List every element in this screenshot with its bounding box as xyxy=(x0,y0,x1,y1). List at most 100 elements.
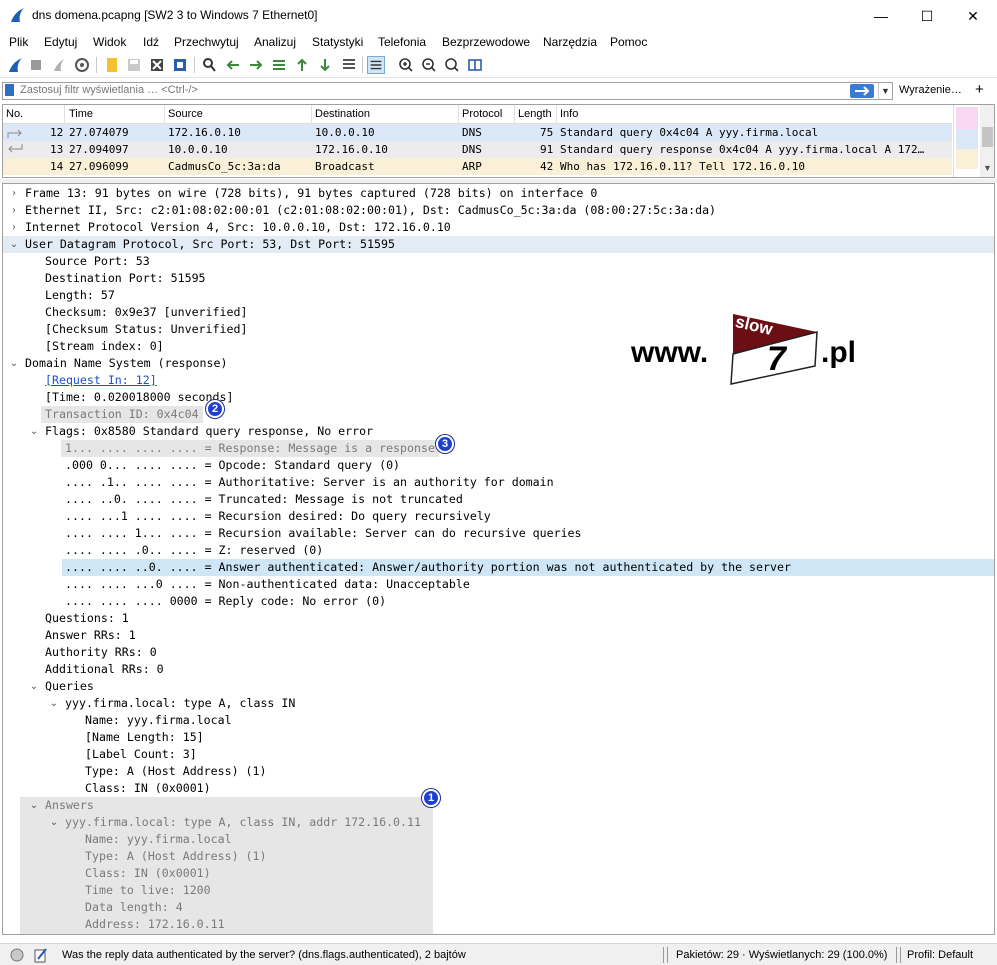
tree-item[interactable]: .... ...1 .... .... = Recursion desired:… xyxy=(3,508,994,525)
tree-item[interactable]: Length: 57 xyxy=(3,287,994,304)
tree-item[interactable]: ⌄ Answers xyxy=(3,797,994,814)
tree-item[interactable]: Class: IN (0x0001) xyxy=(3,865,994,882)
go-back-icon[interactable] xyxy=(224,56,242,74)
tree-item[interactable]: ⌄ User Datagram Protocol, Src Port: 53, D… xyxy=(3,236,994,253)
chevron-right-icon[interactable]: › xyxy=(8,202,20,219)
tree-item[interactable]: Questions: 1 xyxy=(3,610,994,627)
stop-capture-icon[interactable] xyxy=(27,56,45,74)
tree-item[interactable]: › Internet Protocol Version 4, Src: 10.0.… xyxy=(3,219,994,236)
menu-statystyki[interactable]: Statystyki xyxy=(312,35,363,49)
tree-item[interactable]: Destination Port: 51595 xyxy=(3,270,994,287)
column-protocol[interactable]: Protocol xyxy=(462,108,502,120)
tree-item[interactable]: ⌄ Flags: 0x8580 Standard query response, … xyxy=(3,423,994,440)
chevron-down-icon[interactable]: ⌄ xyxy=(8,236,20,253)
tree-item[interactable]: .... .1.. .... .... = Authoritative: Ser… xyxy=(3,474,994,491)
filter-history-chevron-icon[interactable]: ▼ xyxy=(878,83,892,99)
tree-item[interactable]: ⌄ yyy.firma.local: type A, class IN xyxy=(3,695,994,712)
menu-pomoc[interactable]: Pomoc xyxy=(610,35,647,49)
menu-przechwytuj[interactable]: Przechwytuj xyxy=(174,35,239,49)
open-file-icon[interactable] xyxy=(103,56,121,74)
filter-bookmark-icon[interactable] xyxy=(5,84,14,96)
packet-minimap[interactable] xyxy=(953,105,980,177)
chevron-down-icon[interactable]: ⌄ xyxy=(48,695,60,712)
tree-item[interactable]: Authority RRs: 0 xyxy=(3,644,994,661)
chevron-right-icon[interactable]: › xyxy=(8,185,20,202)
tree-item[interactable]: .... .... 1... .... = Recursion availabl… xyxy=(3,525,994,542)
tree-item[interactable]: ⌄ Queries xyxy=(3,678,994,695)
tree-item[interactable]: Type: A (Host Address) (1) xyxy=(3,763,994,780)
maximize-button[interactable]: ☐ xyxy=(904,0,950,32)
close-button[interactable]: ✕ xyxy=(950,0,996,32)
add-filter-button[interactable]: + xyxy=(975,81,984,98)
resize-columns-icon[interactable] xyxy=(466,56,484,74)
zoom-out-icon[interactable] xyxy=(420,56,438,74)
tree-item[interactable]: Data length: 4 xyxy=(3,899,994,916)
column-source[interactable]: Source xyxy=(168,108,203,120)
auto-scroll-icon[interactable] xyxy=(340,56,358,74)
tree-item[interactable]: Additional RRs: 0 xyxy=(3,661,994,678)
expression-button[interactable]: Wyrażenie… xyxy=(899,84,962,96)
reload-file-icon[interactable] xyxy=(171,56,189,74)
tree-item[interactable]: Class: IN (0x0001) xyxy=(3,780,994,797)
status-profile[interactable]: Profil: Default xyxy=(907,949,973,961)
tree-item[interactable]: Name: yyy.firma.local xyxy=(3,831,994,848)
tree-item[interactable]: Time to live: 1200 xyxy=(3,882,994,899)
zoom-reset-icon[interactable] xyxy=(443,56,461,74)
capture-comment-icon[interactable] xyxy=(34,947,48,963)
tree-item[interactable]: › Frame 13: 91 bytes on wire (728 bits), … xyxy=(3,185,994,202)
tree-item[interactable]: .... .... ...0 .... = Non-authenticated … xyxy=(3,576,994,593)
column-time[interactable]: Time xyxy=(69,108,93,120)
close-file-icon[interactable] xyxy=(148,56,166,74)
tree-item[interactable]: [Name Length: 15] xyxy=(3,729,994,746)
packet-row[interactable]: 14 27.096099 CadmusCo_5c:3a:da Broadcast… xyxy=(3,158,952,175)
tree-item[interactable]: .... .... ..0. .... = Answer authenticat… xyxy=(62,559,994,576)
column-destination[interactable]: Destination xyxy=(315,108,370,120)
tree-item[interactable]: .... .... .... 0000 = Reply code: No err… xyxy=(3,593,994,610)
chevron-down-icon[interactable]: ⌄ xyxy=(28,423,40,440)
tree-item[interactable]: [Label Count: 3] xyxy=(3,746,994,763)
apply-filter-icon[interactable] xyxy=(850,84,874,98)
chevron-down-icon[interactable]: ⌄ xyxy=(28,678,40,695)
menu-edytuj[interactable]: Edytuj xyxy=(44,35,77,49)
first-packet-icon[interactable] xyxy=(293,56,311,74)
start-capture-icon[interactable] xyxy=(6,56,24,74)
packet-row[interactable]: 13 27.094097 10.0.0.10 172.16.0.10 DNS 9… xyxy=(3,141,952,158)
tree-item[interactable]: Type: A (Host Address) (1) xyxy=(3,848,994,865)
menu-analizuj[interactable]: Analizuj xyxy=(254,35,296,49)
chevron-down-icon[interactable]: ⌄ xyxy=(28,797,40,814)
go-forward-icon[interactable] xyxy=(247,56,265,74)
tree-item[interactable]: .... .... .0.. .... = Z: reserved (0) xyxy=(3,542,994,559)
colorize-icon[interactable] xyxy=(367,56,385,74)
expert-info-icon[interactable] xyxy=(10,948,24,962)
column-info[interactable]: Info xyxy=(560,108,578,120)
tree-item[interactable]: [Time: 0.020018000 seconds] xyxy=(3,389,994,406)
chevron-down-icon[interactable]: ⌄ xyxy=(48,814,60,831)
menu-bezprzewodowe[interactable]: Bezprzewodowe xyxy=(442,35,530,49)
tree-item[interactable]: Transaction ID: 0x4c04 xyxy=(3,406,994,423)
tree-item[interactable]: ⌄ yyy.firma.local: type A, class IN, addr… xyxy=(3,814,994,831)
scroll-down-icon[interactable]: ▼ xyxy=(983,163,992,173)
packet-row[interactable]: 12 27.074079 172.16.0.10 10.0.0.10 DNS 7… xyxy=(3,124,952,141)
tree-item[interactable]: 1... .... .... .... = Response: Message … xyxy=(3,440,994,457)
menu-telefonia[interactable]: Telefonia xyxy=(378,35,426,49)
menu-idz[interactable]: Idź xyxy=(143,35,159,49)
tree-item[interactable]: .... ..0. .... .... = Truncated: Message… xyxy=(3,491,994,508)
chevron-down-icon[interactable]: ⌄ xyxy=(8,355,20,372)
find-packet-icon[interactable] xyxy=(200,56,218,74)
tree-item[interactable]: Address: 172.16.0.11 xyxy=(3,916,994,933)
go-to-packet-icon[interactable] xyxy=(270,56,288,74)
restart-capture-icon[interactable] xyxy=(50,56,68,74)
menu-narzedzia[interactable]: Narzędzia xyxy=(543,35,597,49)
menu-plik[interactable]: Plik xyxy=(9,35,28,49)
chevron-right-icon[interactable]: › xyxy=(8,219,20,236)
column-no[interactable]: No. xyxy=(6,108,23,120)
tree-item[interactable]: Name: yyy.firma.local xyxy=(3,712,994,729)
zoom-in-icon[interactable] xyxy=(397,56,415,74)
save-file-icon[interactable] xyxy=(125,56,143,74)
tree-item[interactable]: .000 0... .... .... = Opcode: Standard q… xyxy=(3,457,994,474)
tree-item[interactable]: › Ethernet II, Src: c2:01:08:02:00:01 (c2… xyxy=(3,202,994,219)
minimize-button[interactable]: — xyxy=(858,0,904,32)
column-length[interactable]: Length xyxy=(518,108,552,120)
packet-list-scrollbar[interactable]: ▼ xyxy=(980,105,994,177)
tree-item[interactable]: Source Port: 53 xyxy=(3,253,994,270)
